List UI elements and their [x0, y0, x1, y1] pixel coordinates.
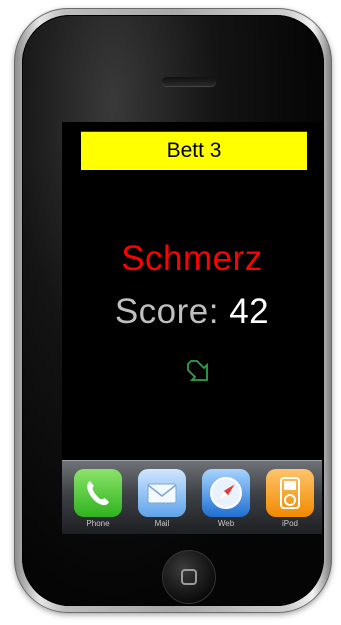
safari-icon — [210, 477, 242, 509]
alert-name: Schmerz — [121, 239, 263, 278]
ipod-app-button[interactable] — [266, 469, 314, 517]
phone-app-label: Phone — [86, 519, 110, 528]
home-button[interactable] — [162, 550, 216, 604]
phone-frame: Bett 3 Schmerz Score: 42 Phone Mail Web … — [14, 8, 332, 613]
mail-app-button[interactable] — [138, 469, 186, 517]
mail-app-label: Mail — [154, 519, 170, 528]
ipod-icon — [280, 477, 300, 509]
score-value: 42 — [229, 292, 270, 331]
mail-icon — [147, 483, 177, 504]
score-label: Score: — [114, 292, 230, 331]
ipod-app-label: iPod — [281, 519, 298, 528]
phone-bezel: Bett 3 Schmerz Score: 42 Phone Mail Web … — [22, 15, 324, 606]
phone-app-button[interactable] — [74, 469, 122, 517]
arrow-down-right-icon — [187, 360, 208, 381]
app-dock: Phone Mail Web iPod — [62, 460, 322, 534]
phone-screen: Bett 3 Schmerz Score: 42 Phone Mail Web … — [62, 122, 322, 534]
bed-label: Bett 3 — [166, 139, 222, 162]
bed-header[interactable]: Bett 3 — [81, 131, 307, 170]
score-line: Score: 42 — [62, 292, 322, 332]
web-app-label: Web — [217, 519, 235, 528]
home-square-icon — [181, 569, 197, 585]
phone-icon — [87, 481, 109, 506]
web-app-button[interactable] — [202, 469, 250, 517]
earpiece-speaker — [162, 77, 216, 86]
